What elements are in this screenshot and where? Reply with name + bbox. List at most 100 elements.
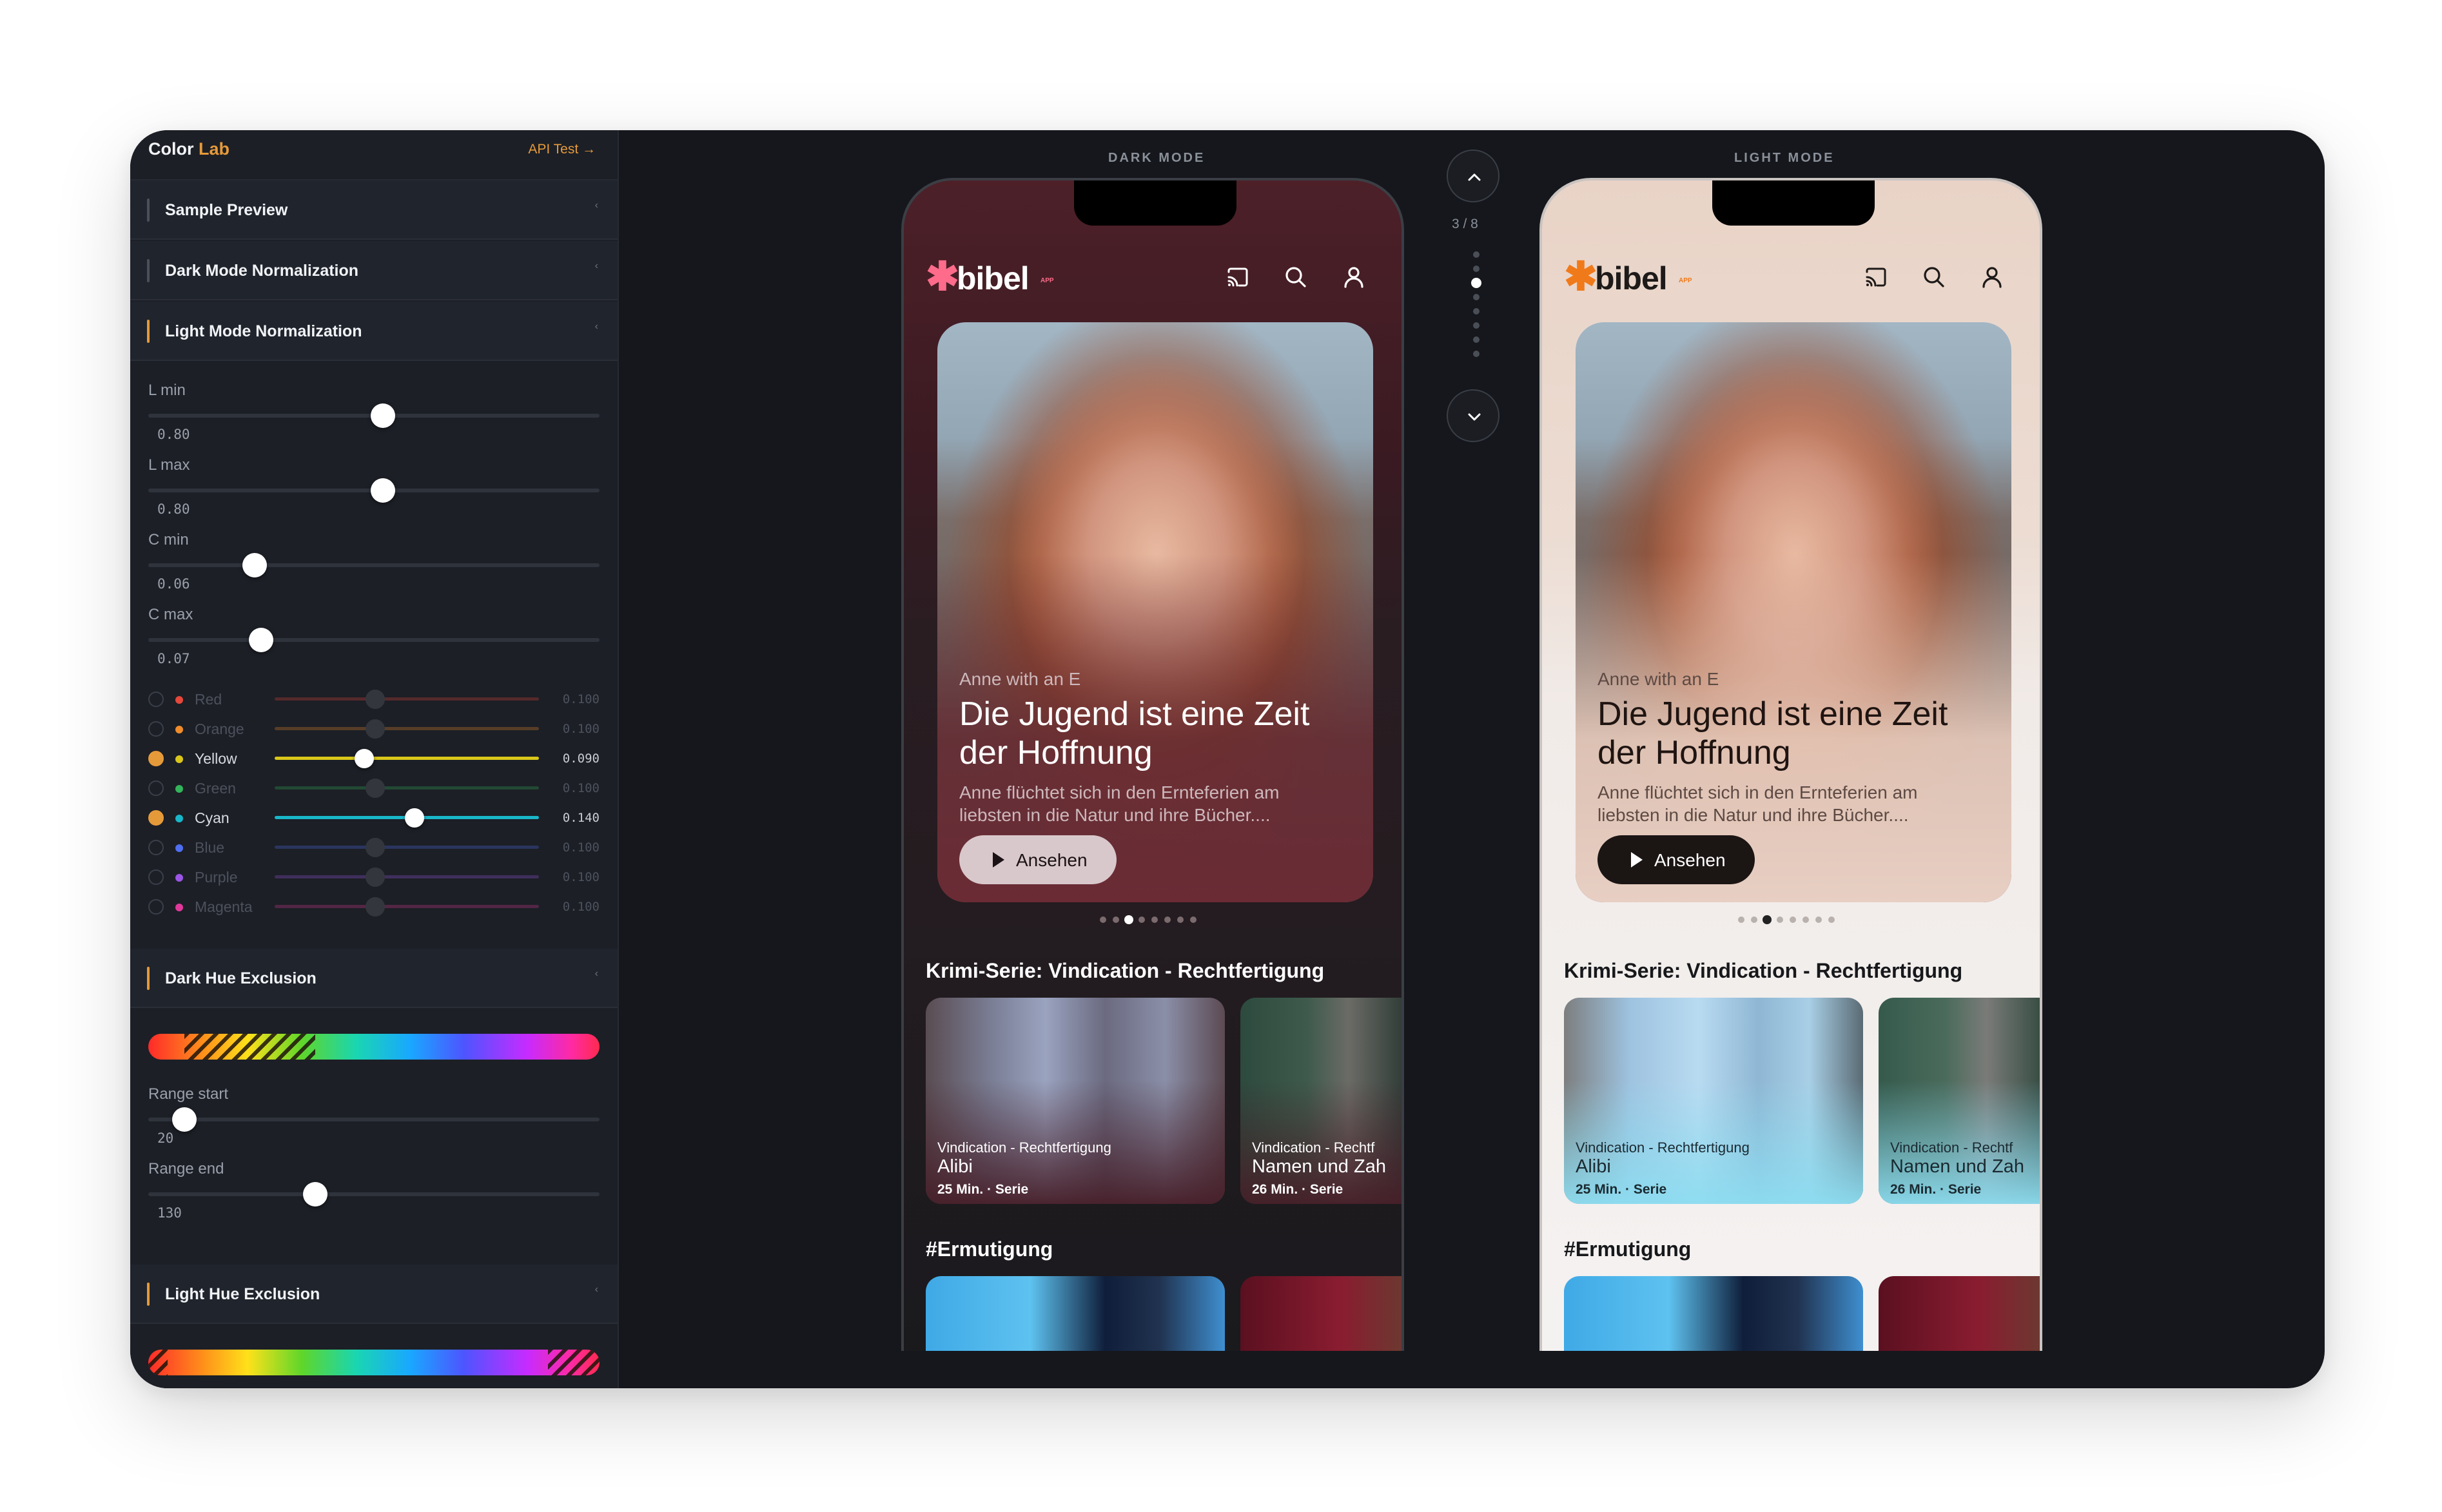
hero-pager-dot[interactable] [1790,916,1796,923]
section-dark-mode-normalization[interactable]: Dark Mode Normalization ‹ [130,241,618,300]
l-min-thumb[interactable] [371,403,395,428]
content-card[interactable] [1564,1276,1863,1351]
hue-cyan-slider[interactable] [275,808,539,828]
hue-yellow-slider[interactable] [275,749,539,768]
sample-dot[interactable] [1473,308,1480,315]
hue-cyan-thumb[interactable] [405,808,424,828]
range-end-thumb[interactable] [303,1182,327,1207]
sample-dot[interactable] [1473,351,1480,357]
watch-button[interactable]: Ansehen [959,835,1117,884]
cast-icon[interactable] [1862,263,1890,291]
hero-pager-dot[interactable] [1100,916,1106,923]
content-card[interactable]: Vindication - Rechtfertigung Alibi 25 Mi… [1564,998,1863,1204]
hue-orange-thumb[interactable] [366,719,385,739]
dark-hue-spectrum[interactable] [148,1034,600,1060]
hero-pager-dot[interactable] [1751,916,1757,923]
hero-pager-dot[interactable] [1828,916,1835,923]
range-start-slider[interactable] [148,1107,600,1132]
section-light-hue-exclusion[interactable]: Light Hue Exclusion ‹ [130,1265,618,1324]
user-icon[interactable] [1340,263,1368,291]
hero-card[interactable]: Anne with an E Die Jugend ist eine Zeit … [1576,322,2011,902]
api-test-link[interactable]: API Test → [528,142,596,157]
cast-icon[interactable] [1224,263,1252,291]
section-light-mode-normalization[interactable]: Light Mode Normalization ‹ [130,302,618,361]
range-end-slider[interactable] [148,1182,600,1207]
section-dark-hue-exclusion[interactable]: Dark Hue Exclusion ‹ [130,949,618,1008]
hue-red-toggle[interactable] [148,692,164,707]
content-card[interactable]: Vindication - Rechtf Namen und Zah 26 Mi… [1240,998,1402,1204]
hero-pager-dot[interactable] [1124,915,1133,924]
hue-green-thumb[interactable] [366,779,385,798]
section-sample-preview[interactable]: Sample Preview ‹ [130,180,618,240]
c-min-slider[interactable] [148,553,600,577]
sample-dot[interactable] [1473,322,1480,329]
sample-dot[interactable] [1471,278,1481,288]
c-max-thumb[interactable] [249,628,273,652]
hue-orange-toggle[interactable] [148,721,164,737]
hero-card[interactable]: Anne with an E Die Jugend ist eine Zeit … [937,322,1373,902]
search-icon[interactable] [1920,263,1948,291]
search-icon[interactable] [1282,263,1310,291]
hue-purple-slider[interactable] [275,867,539,887]
sample-dot[interactable] [1473,336,1480,343]
hero-pager-dot[interactable] [1802,916,1809,923]
c-max-slider[interactable] [148,628,600,652]
hue-blue-toggle[interactable] [148,840,164,855]
hero-pager-dot[interactable] [1138,916,1145,923]
hue-magenta-toggle[interactable] [148,899,164,915]
watch-button[interactable]: Ansehen [1597,835,1755,884]
hue-purple-toggle[interactable] [148,869,164,885]
hue-blue-thumb[interactable] [366,838,385,857]
section-indicator [147,259,150,282]
hero-pager-dot[interactable] [1777,916,1783,923]
next-sample-button[interactable] [1447,389,1499,442]
hue-green-toggle[interactable] [148,780,164,796]
hue-magenta-slider[interactable] [275,897,539,916]
range-start-value: 20 [157,1130,174,1146]
hero-pager-dot[interactable] [1113,916,1119,923]
hue-green-slider[interactable] [275,779,539,798]
content-card[interactable] [926,1276,1225,1351]
c-min-thumb[interactable] [242,553,267,577]
content-card[interactable] [1879,1276,2040,1351]
hero-pager-dot[interactable] [1738,916,1744,923]
hero-pager-dot[interactable] [1164,916,1171,923]
content-card[interactable] [1240,1276,1402,1351]
hue-cyan-toggle[interactable] [148,810,164,826]
user-icon[interactable] [1978,263,2006,291]
l-min-slider[interactable] [148,403,600,428]
content-card[interactable]: Vindication - Rechtf Namen und Zah 26 Mi… [1879,998,2040,1204]
hue-red-slider[interactable] [275,690,539,709]
color-lab-window: Color Lab API Test → Sample Preview ‹ Da… [130,130,2325,1388]
hero-pager-dot[interactable] [1151,916,1158,923]
sample-dot[interactable] [1473,266,1480,272]
hue-yellow-thumb[interactable] [355,749,374,768]
hue-yellow-value: 0.090 [562,751,600,766]
l-max-thumb[interactable] [371,478,395,503]
hue-purple-thumb[interactable] [366,867,385,887]
hue-orange-slider[interactable] [275,719,539,739]
hue-red-thumb[interactable] [366,690,385,709]
hue-row-green: Green 0.100 [148,779,600,798]
l-max-slider[interactable] [148,478,600,503]
hue-row-red: Red 0.100 [148,690,600,709]
chevron-left-icon: ‹ [594,968,598,979]
hue-yellow-toggle[interactable] [148,751,164,766]
app-title-accent: Lab [199,139,230,159]
logo-wordmark: bibel [957,260,1030,296]
sample-dot[interactable] [1473,294,1480,300]
hero-pager-dot[interactable] [1177,916,1184,923]
range-start-thumb[interactable] [172,1107,197,1132]
hue-blue-slider[interactable] [275,838,539,857]
card-meta: 25 Min. · Serie [937,1182,1029,1197]
light-hue-spectrum[interactable] [148,1350,600,1375]
sample-dot[interactable] [1473,251,1480,258]
section-label: Light Mode Normalization [165,322,362,340]
c-max-value: 0.07 [157,651,190,666]
hero-pager-dot[interactable] [1815,916,1822,923]
content-card[interactable]: Vindication - Rechtfertigung Alibi 25 Mi… [926,998,1225,1204]
hero-pager-dot[interactable] [1763,915,1772,924]
hero-pager-dot[interactable] [1190,916,1197,923]
hue-magenta-thumb[interactable] [366,897,385,916]
previous-sample-button[interactable] [1447,150,1499,202]
